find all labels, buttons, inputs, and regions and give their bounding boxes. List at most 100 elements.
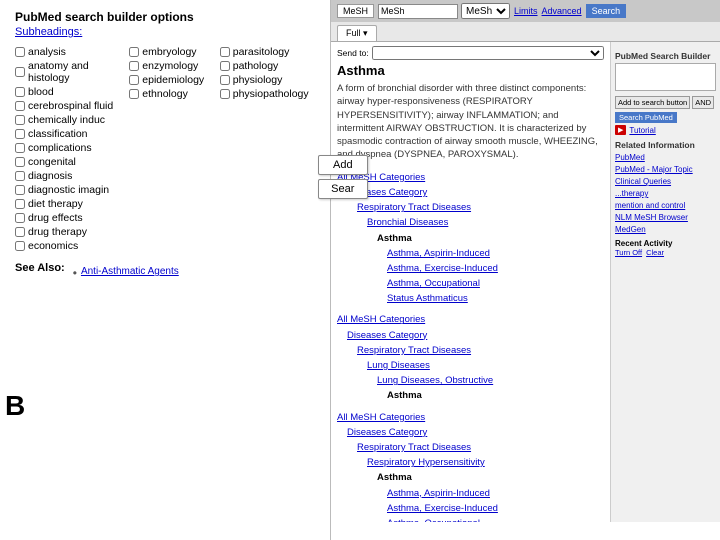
checkbox-diagnostic-input[interactable] [15, 185, 25, 195]
checkbox-diet[interactable]: diet therapy [15, 198, 129, 210]
checkbox-diagnostic[interactable]: diagnostic imagin [15, 184, 129, 196]
related-clinical-link[interactable]: Clinical Queries [615, 176, 716, 188]
checkbox-congenital-input[interactable] [15, 157, 25, 167]
checkbox-enzymology[interactable]: enzymology [129, 60, 219, 72]
tree2-diseases[interactable]: Diseases Category [337, 328, 604, 343]
add-button[interactable]: Add [318, 155, 368, 175]
tree1-exercise[interactable]: Asthma, Exercise-Induced [337, 261, 604, 276]
checkbox-chemically-input[interactable] [15, 115, 25, 125]
checkbox-epidemiology[interactable]: epidemiology [129, 74, 219, 86]
tree1-aspirin[interactable]: Asthma, Aspirin-Induced [337, 246, 604, 261]
mesh-description: A form of bronchial disorder with three … [337, 82, 604, 162]
checkbox-chemically[interactable]: chemically induc [15, 114, 129, 126]
tree1-bronchial[interactable]: Bronchial Diseases [337, 215, 604, 230]
checkbox-economics-input[interactable] [15, 241, 25, 251]
checkbox-anatomy[interactable]: anatomy and histology [15, 60, 129, 84]
checkbox-drug-therapy[interactable]: drug therapy [15, 226, 129, 238]
tree2-respiratory[interactable]: Respiratory Tract Diseases [337, 343, 604, 358]
search-area: MeSh [378, 3, 510, 19]
checkbox-analysis[interactable]: analysis [15, 46, 129, 58]
checkbox-enzymology-input[interactable] [129, 61, 139, 71]
checkbox-complications-input[interactable] [15, 143, 25, 153]
and-button[interactable]: AND [692, 96, 714, 109]
checkbox-physiopathology[interactable]: physiopathology [220, 88, 315, 100]
tree3-exercise[interactable]: Asthma, Exercise-Induced [337, 501, 604, 516]
checkbox-parasitology[interactable]: parasitology [220, 46, 315, 58]
tree3-hypersensitivity[interactable]: Respiratory Hypersensitivity [337, 455, 604, 470]
checkbox-csf[interactable]: cerebrospinal fluid [15, 100, 129, 112]
subheadings-link[interactable]: Subheadings: [15, 26, 315, 38]
checkbox-analysis-input[interactable] [15, 47, 25, 57]
advanced-link[interactable]: Advanced [542, 6, 582, 16]
checkbox-drug-effects-input[interactable] [15, 213, 25, 223]
checkbox-pathology-input[interactable] [220, 61, 230, 71]
checkbox-embryology-input[interactable] [129, 47, 139, 57]
tutorial-link[interactable]: Tutorial [629, 126, 655, 135]
tree1-diseases[interactable]: Diseases Category [337, 185, 604, 200]
mesh-tree-3: All MeSH Categories Diseases Category Re… [337, 410, 604, 522]
tree3-aspirin[interactable]: Asthma, Aspirin-Induced [337, 486, 604, 501]
tree3-asthma-bold: Asthma [337, 470, 604, 485]
checkbox-diagnosis-input[interactable] [15, 171, 25, 181]
anti-asthmatic-link[interactable]: Anti-Asthmatic Agents [81, 266, 179, 277]
mesh-browser-area: Send to: Asthma A form of bronchial diso… [331, 42, 610, 522]
checkbox-blood-input[interactable] [15, 87, 25, 97]
pubmed-search-textarea[interactable] [615, 63, 716, 91]
checkbox-physiology[interactable]: physiology [220, 74, 315, 86]
checkbox-diagnosis[interactable]: diagnosis [15, 170, 129, 182]
search-pubmed-button[interactable]: Search PubMed [615, 112, 677, 123]
checkbox-pathology[interactable]: pathology [220, 60, 315, 72]
tree1-respiratory[interactable]: Respiratory Tract Diseases [337, 200, 604, 215]
tree1-status[interactable]: Status Asthmaticus [337, 291, 604, 306]
checkbox-ethnology-input[interactable] [129, 89, 139, 99]
tree2-obstructive[interactable]: Lung Diseases, Obstructive [337, 373, 604, 388]
tree3-respiratory[interactable]: Respiratory Tract Diseases [337, 440, 604, 455]
tree3-occupational[interactable]: Asthma, Occupational [337, 516, 604, 522]
checkbox-congenital[interactable]: congenital [15, 156, 129, 168]
checkbox-drug-therapy-input[interactable] [15, 227, 25, 237]
checkbox-anatomy-input[interactable] [15, 67, 25, 77]
mesh-search-input[interactable] [378, 4, 458, 19]
send-to-select[interactable] [372, 46, 604, 60]
tree2-lung[interactable]: Lung Diseases [337, 358, 604, 373]
bullet-icon: • [73, 266, 77, 280]
tree3-all-mesh[interactable]: All MeSH Categories [337, 410, 604, 425]
tree1-occupational[interactable]: Asthma, Occupational [337, 276, 604, 291]
turn-off-link[interactable]: Turn Off [615, 248, 642, 257]
checkbox-complications[interactable]: complications [15, 142, 129, 154]
search-type-select[interactable]: MeSh [461, 3, 510, 19]
checkbox-blood[interactable]: blood [15, 86, 129, 98]
related-nlm-link[interactable]: NLM MeSH Browser [615, 212, 716, 224]
checkbox-drug-effects[interactable]: drug effects [15, 212, 129, 224]
search-go-button[interactable]: Search [586, 4, 627, 18]
checkbox-diet-input[interactable] [15, 199, 25, 209]
tree3-diseases[interactable]: Diseases Category [337, 425, 604, 440]
clear-link[interactable]: Clear [646, 248, 664, 257]
checkbox-embryology[interactable]: embryology [129, 46, 219, 58]
related-mention-link[interactable]: mention and control [615, 200, 716, 212]
checkbox-physiology-input[interactable] [220, 75, 230, 85]
checkbox-economics[interactable]: economics [15, 240, 129, 252]
main-container: PubMed search builder options Subheading… [0, 0, 720, 540]
checkbox-col1: analysis anatomy and histology blood cer… [15, 46, 129, 254]
checkbox-classification[interactable]: classification [15, 128, 129, 140]
tree2-all-mesh[interactable]: All MeSH Categories [337, 312, 604, 327]
related-therapy-link[interactable]: ...therapy [615, 188, 716, 200]
tree1-all-mesh[interactable]: All MeSH Categories [337, 170, 604, 185]
checkbox-csf-input[interactable] [15, 101, 25, 111]
checkbox-col3: parasitology pathology physiology physio… [220, 46, 315, 254]
checkbox-classification-input[interactable] [15, 129, 25, 139]
full-tab[interactable]: Full ▾ [337, 25, 377, 41]
related-pubmed-major-link[interactable]: PubMed - Major Topic [615, 164, 716, 176]
mesh-term-title: Asthma [337, 63, 604, 78]
tree1-asthma-bold: Asthma [337, 231, 604, 246]
add-to-search-button[interactable]: Add to search button [615, 96, 690, 109]
checkbox-physiopathology-input[interactable] [220, 89, 230, 99]
checkbox-ethnology[interactable]: ethnology [129, 88, 219, 100]
limits-link[interactable]: Limits [514, 6, 538, 16]
checkbox-parasitology-input[interactable] [220, 47, 230, 57]
related-medgen-link[interactable]: MedGen [615, 224, 716, 236]
related-pubmed-link[interactable]: PubMed [615, 152, 716, 164]
search-button[interactable]: Sear [318, 179, 368, 199]
checkbox-epidemiology-input[interactable] [129, 75, 139, 85]
